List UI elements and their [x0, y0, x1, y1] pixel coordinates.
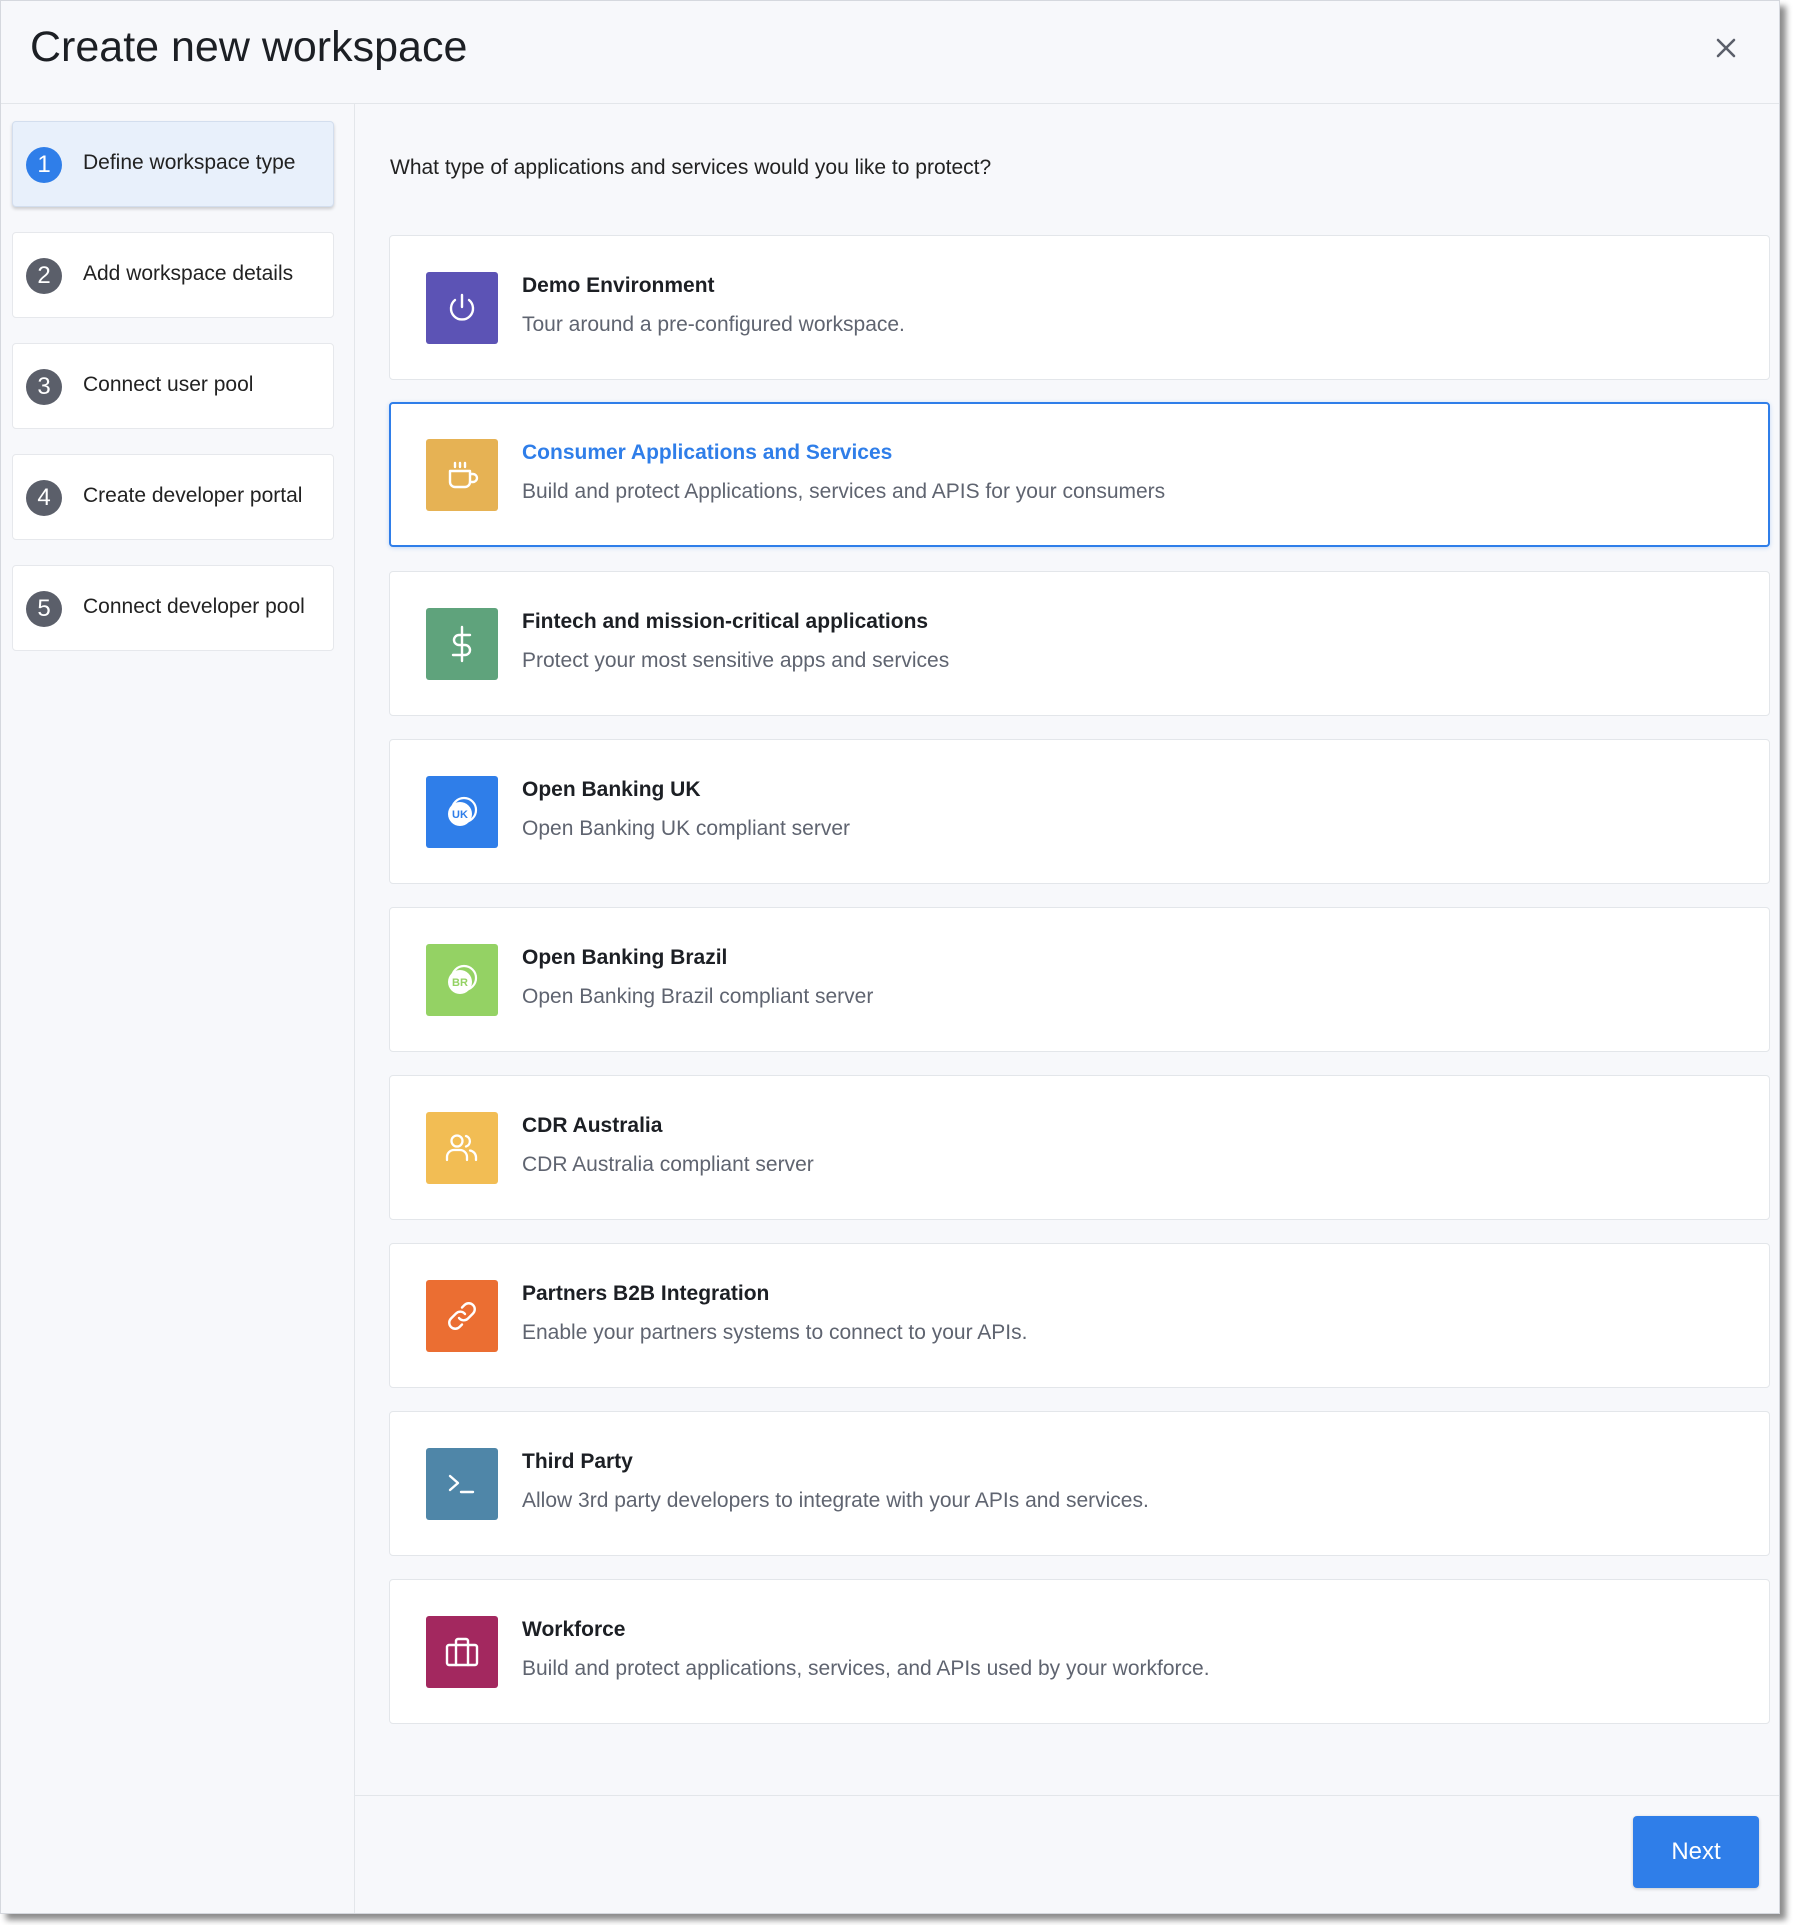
terminal-icon: [426, 1448, 498, 1520]
option-open-banking-uk[interactable]: UK Open Banking UK Open Banking UK compl…: [389, 739, 1770, 884]
step-connect-user-pool[interactable]: 3 Connect user pool: [12, 343, 334, 429]
option-description: Build and protect applications, services…: [522, 1657, 1210, 1680]
step-number: 3: [26, 369, 62, 405]
main-content: What type of applications and services w…: [355, 104, 1779, 1913]
option-consumer-applications[interactable]: Consumer Applications and Services Build…: [389, 402, 1770, 547]
coffee-cup-icon: [426, 439, 498, 511]
step-label: Add workspace details: [83, 262, 294, 285]
br-badge-icon: BR: [426, 944, 498, 1016]
option-name: Third Party: [522, 1450, 633, 1473]
option-name: Open Banking UK: [522, 778, 701, 801]
option-name: CDR Australia: [522, 1114, 663, 1137]
option-open-banking-brazil[interactable]: BR Open Banking Brazil Open Banking Braz…: [389, 907, 1770, 1052]
power-icon: [426, 272, 498, 344]
option-description: Open Banking Brazil compliant server: [522, 985, 874, 1008]
option-description: Tour around a pre-configured workspace.: [522, 313, 905, 336]
close-button[interactable]: [1709, 31, 1743, 65]
dialog-footer: Next: [355, 1795, 1779, 1913]
dialog-header: Create new workspace: [1, 1, 1779, 104]
br-badge-text: BR: [452, 977, 468, 989]
option-cdr-australia[interactable]: CDR Australia CDR Australia compliant se…: [389, 1075, 1770, 1220]
option-workforce[interactable]: Workforce Build and protect applications…: [389, 1579, 1770, 1724]
option-name: Demo Environment: [522, 274, 715, 297]
step-number: 2: [26, 258, 62, 294]
dollar-icon: [426, 608, 498, 680]
dialog-title: Create new workspace: [30, 23, 468, 71]
option-name: Workforce: [522, 1618, 626, 1641]
users-icon: [426, 1112, 498, 1184]
next-button[interactable]: Next: [1633, 1816, 1759, 1888]
option-name: Partners B2B Integration: [522, 1282, 770, 1305]
link-icon: [426, 1280, 498, 1352]
option-description: Build and protect Applications, services…: [522, 480, 1166, 503]
option-description: CDR Australia compliant server: [522, 1153, 814, 1176]
step-number: 4: [26, 480, 62, 516]
option-demo-environment[interactable]: Demo Environment Tour around a pre-confi…: [389, 235, 1770, 380]
option-name: Consumer Applications and Services: [522, 441, 893, 464]
step-create-developer-portal[interactable]: 4 Create developer portal: [12, 454, 334, 540]
uk-badge-icon: UK: [426, 776, 498, 848]
create-workspace-dialog: Create new workspace 1 Define workspace …: [0, 0, 1780, 1914]
step-label: Define workspace type: [83, 151, 296, 174]
step-define-workspace-type[interactable]: 1 Define workspace type: [12, 121, 334, 207]
step-label: Create developer portal: [83, 484, 303, 507]
step-label: Connect developer pool: [83, 595, 305, 618]
option-third-party[interactable]: Third Party Allow 3rd party developers t…: [389, 1411, 1770, 1556]
step-label: Connect user pool: [83, 373, 254, 396]
steps-sidebar: 1 Define workspace type 2 Add workspace …: [1, 104, 355, 1913]
option-description: Enable your partners systems to connect …: [522, 1321, 1028, 1344]
briefcase-icon: [426, 1616, 498, 1688]
option-name: Fintech and mission-critical application…: [522, 610, 929, 633]
step-connect-developer-pool[interactable]: 5 Connect developer pool: [12, 565, 334, 651]
close-icon: [1716, 38, 1736, 58]
option-fintech[interactable]: Fintech and mission-critical application…: [389, 571, 1770, 716]
option-description: Allow 3rd party developers to integrate …: [522, 1489, 1149, 1512]
step-number: 5: [26, 591, 62, 627]
step-add-workspace-details[interactable]: 2 Add workspace details: [12, 232, 334, 318]
uk-badge-text: UK: [452, 809, 468, 821]
option-description: Protect your most sensitive apps and ser…: [522, 649, 950, 672]
option-partners-b2b[interactable]: Partners B2B Integration Enable your par…: [389, 1243, 1770, 1388]
question-text: What type of applications and services w…: [390, 156, 992, 179]
step-number: 1: [26, 147, 62, 183]
option-name: Open Banking Brazil: [522, 946, 728, 969]
option-description: Open Banking UK compliant server: [522, 817, 850, 840]
